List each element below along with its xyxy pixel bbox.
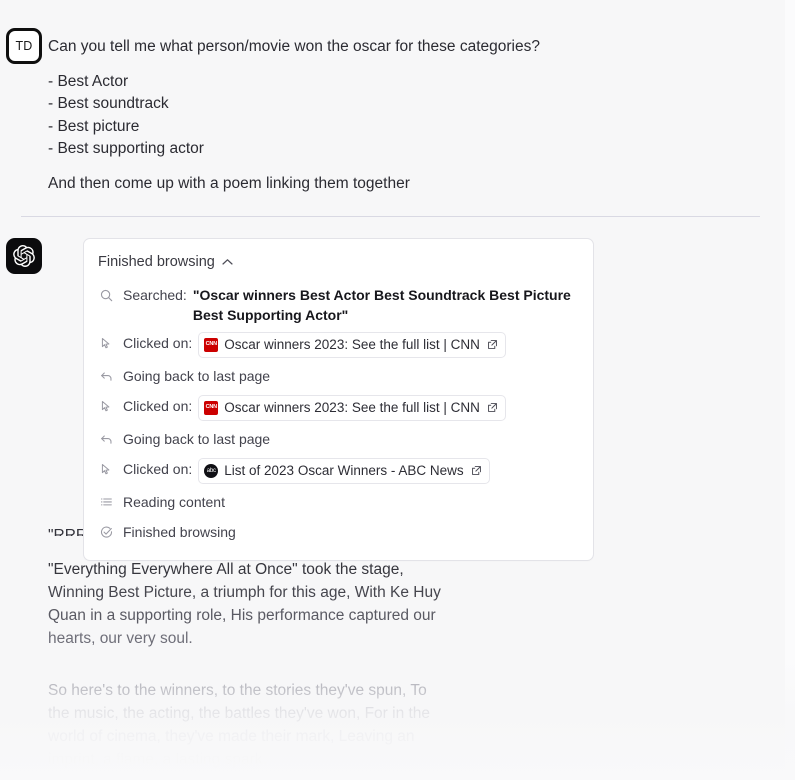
step-label: Clicked on: xyxy=(123,398,193,414)
poem-line: "Everything Everywhere All at Once" took… xyxy=(48,561,404,578)
step-label: Clicked on: xyxy=(123,461,193,477)
message-divider xyxy=(21,216,760,217)
step-label: Reading content xyxy=(123,494,225,510)
user-question: Can you tell me what person/movie won th… xyxy=(48,38,540,55)
back-arrow-icon xyxy=(98,429,114,449)
browsing-panel: Finished browsing Searched: "Oscar winne… xyxy=(83,238,594,561)
step-label: Searched: xyxy=(123,287,187,303)
browsing-step-body: Clicked on: CNN Oscar winners 2023: See … xyxy=(123,332,577,358)
user-avatar-initials: TD xyxy=(15,39,33,53)
link-chip-title: Oscar winners 2023: See the full list | … xyxy=(224,337,480,352)
cnn-favicon: CNN xyxy=(204,338,219,352)
link-chip-cnn-1[interactable]: CNN Oscar winners 2023: See the full lis… xyxy=(198,332,506,358)
poem-stanza-2: "Everything Everywhere All at Once" took… xyxy=(48,558,765,650)
browsing-panel-title: Finished browsing xyxy=(98,254,215,270)
browsing-steps-list: Searched: "Oscar winners Best Actor Best… xyxy=(96,275,579,548)
step-label: Clicked on: xyxy=(123,335,193,351)
poem-line: hearts, our very soul. xyxy=(48,630,193,647)
search-icon xyxy=(98,285,114,305)
chevron-up-icon[interactable] xyxy=(222,253,233,271)
browsing-step-body: Finished browsing xyxy=(123,522,577,542)
poem-line: Winning Best Picture, a triumph for this… xyxy=(48,584,441,601)
external-link-icon xyxy=(487,335,498,355)
user-avatar: TD xyxy=(6,28,42,64)
external-link-icon xyxy=(487,398,498,418)
poem-line: world of cinema, they've made their mark… xyxy=(48,728,415,745)
abc-favicon: abc xyxy=(204,464,219,478)
link-chip-title: Oscar winners 2023: See the full list | … xyxy=(224,400,480,415)
browsing-step-body: Going back to last page xyxy=(123,366,577,386)
user-message: TD Can you tell me what person/movie won… xyxy=(0,26,795,195)
poem-line: So here's to the winners, to the stories… xyxy=(48,682,427,699)
browsing-step-back: Going back to last page xyxy=(96,362,579,392)
poem-stanza-3: So here's to the winners, to the stories… xyxy=(48,679,765,771)
browsing-step-body: Searched: "Oscar winners Best Actor Best… xyxy=(123,285,577,325)
browsing-step-search: Searched: "Oscar winners Best Actor Best… xyxy=(96,281,579,329)
category-item-3: - Best picture xyxy=(48,117,140,135)
browsing-step-body: Reading content xyxy=(123,492,577,512)
browsing-panel-toggle[interactable]: Finished browsing xyxy=(96,251,579,275)
browsing-step-body: Going back to last page xyxy=(123,429,577,449)
user-followup: And then come up with a poem linking the… xyxy=(48,174,410,192)
category-item-2: - Best soundtrack xyxy=(48,95,169,112)
search-query-text: "Oscar winners Best Actor Best Soundtrac… xyxy=(192,287,571,323)
user-message-content: Can you tell me what person/movie won th… xyxy=(48,26,795,195)
browsing-step-finished: Finished browsing xyxy=(96,518,579,548)
browsing-step-back: Going back to last page xyxy=(96,425,579,455)
browsing-step-click: Clicked on: CNN Oscar winners 2023: See … xyxy=(96,392,579,425)
step-label: Finished browsing xyxy=(123,524,236,540)
browsing-step-click: Clicked on: CNN Oscar winners 2023: See … xyxy=(96,329,579,362)
link-chip-cnn-2[interactable]: CNN Oscar winners 2023: See the full lis… xyxy=(198,395,506,421)
cursor-click-icon xyxy=(98,459,114,479)
browsing-step-body: Clicked on: CNN Oscar winners 2023: See … xyxy=(123,395,577,421)
poem-line: imprint, a flame, a lasting spark. xyxy=(48,751,267,768)
step-label: Going back to last page xyxy=(123,431,271,447)
link-chip-abc[interactable]: abc List of 2023 Oscar Winners - ABC New… xyxy=(198,458,490,484)
list-lines-icon xyxy=(98,492,114,512)
openai-logo xyxy=(6,238,42,274)
check-circle-icon xyxy=(98,522,114,542)
cnn-favicon: CNN xyxy=(204,401,219,415)
browsing-step-click: Clicked on: abc List of 2023 Oscar Winne… xyxy=(96,455,579,488)
cursor-click-icon xyxy=(98,333,114,353)
assistant-avatar-column xyxy=(0,236,48,274)
poem-line: the music, the acting, the battles they'… xyxy=(48,705,431,722)
step-label: Going back to last page xyxy=(123,368,271,384)
browsing-step-body: Clicked on: abc List of 2023 Oscar Winne… xyxy=(123,458,577,484)
category-item-1: - Best Actor xyxy=(48,72,129,90)
link-chip-title: List of 2023 Oscar Winners - ABC News xyxy=(224,463,464,478)
poem-line: Quan in a supporting role, His performan… xyxy=(48,607,436,624)
user-avatar-column: TD xyxy=(0,26,48,64)
browsing-step-reading: Reading content xyxy=(96,488,579,518)
category-item-4: - Best supporting actor xyxy=(48,140,204,157)
external-link-icon xyxy=(471,461,482,481)
cursor-click-icon xyxy=(98,396,114,416)
conversation-page: TD Can you tell me what person/movie won… xyxy=(0,0,795,780)
back-arrow-icon xyxy=(98,366,114,386)
